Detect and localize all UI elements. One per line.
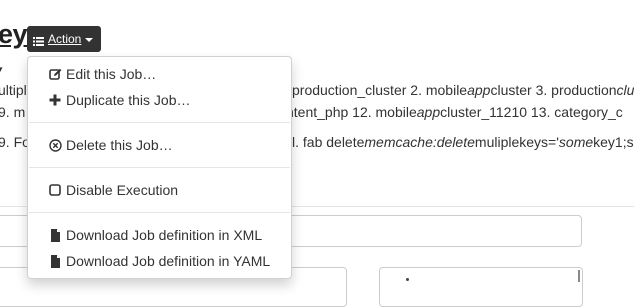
- background-text-line: 9. m: [0, 104, 26, 120]
- plus-icon: [48, 93, 62, 107]
- menu-item-label: Disable Execution: [66, 182, 179, 198]
- action-dropdown-menu: Edit this Job… Duplicate this Job… Delet…: [27, 56, 292, 279]
- background-text-line: ntent_php 12. mobileappcluster_11210 13.…: [286, 104, 623, 120]
- menu-item-download-yaml[interactable]: Download Job definition in YAML: [28, 249, 291, 273]
- file-icon: [48, 228, 62, 242]
- menu-divider: [29, 167, 290, 168]
- menu-item-disable-execution[interactable]: Disable Execution: [28, 178, 291, 202]
- scrollbar[interactable]: [578, 270, 580, 282]
- background-text-line: 9. Fo: [0, 134, 30, 150]
- menu-item-label: Download Job definition in XML: [66, 227, 263, 243]
- background-text-line: production_cluster 2. mobileappcluster 3…: [292, 82, 634, 98]
- menu-item-duplicate-job[interactable]: Duplicate this Job…: [28, 88, 291, 112]
- menu-item-label: Delete this Job…: [66, 137, 173, 153]
- circle-x-icon: [48, 138, 62, 152]
- list-icon: [33, 35, 44, 46]
- menu-item-edit-job[interactable]: Edit this Job…: [28, 62, 291, 86]
- menu-divider: [29, 212, 290, 213]
- file-icon: [48, 254, 62, 268]
- square-icon: [48, 183, 62, 197]
- menu-item-label: Download Job definition in YAML: [66, 253, 271, 269]
- action-button-label: Action: [48, 32, 82, 46]
- menu-item-download-xml[interactable]: Download Job definition in XML: [28, 223, 291, 247]
- edit-icon: [48, 67, 62, 81]
- page-title: ey: [0, 19, 28, 49]
- background-text-line: l. fab deletememcache:deletemuliplekeys=…: [292, 134, 634, 150]
- chevron-down-icon: ▾: [0, 64, 3, 74]
- menu-divider: [29, 122, 290, 123]
- action-dropdown-button[interactable]: Action: [27, 26, 101, 52]
- menu-item-label: Edit this Job…: [66, 66, 157, 82]
- menu-item-label: Duplicate this Job…: [66, 92, 191, 108]
- input-panel-right[interactable]: [379, 267, 583, 307]
- caret-down-icon: [85, 37, 94, 42]
- menu-item-delete-job[interactable]: Delete this Job…: [28, 133, 291, 157]
